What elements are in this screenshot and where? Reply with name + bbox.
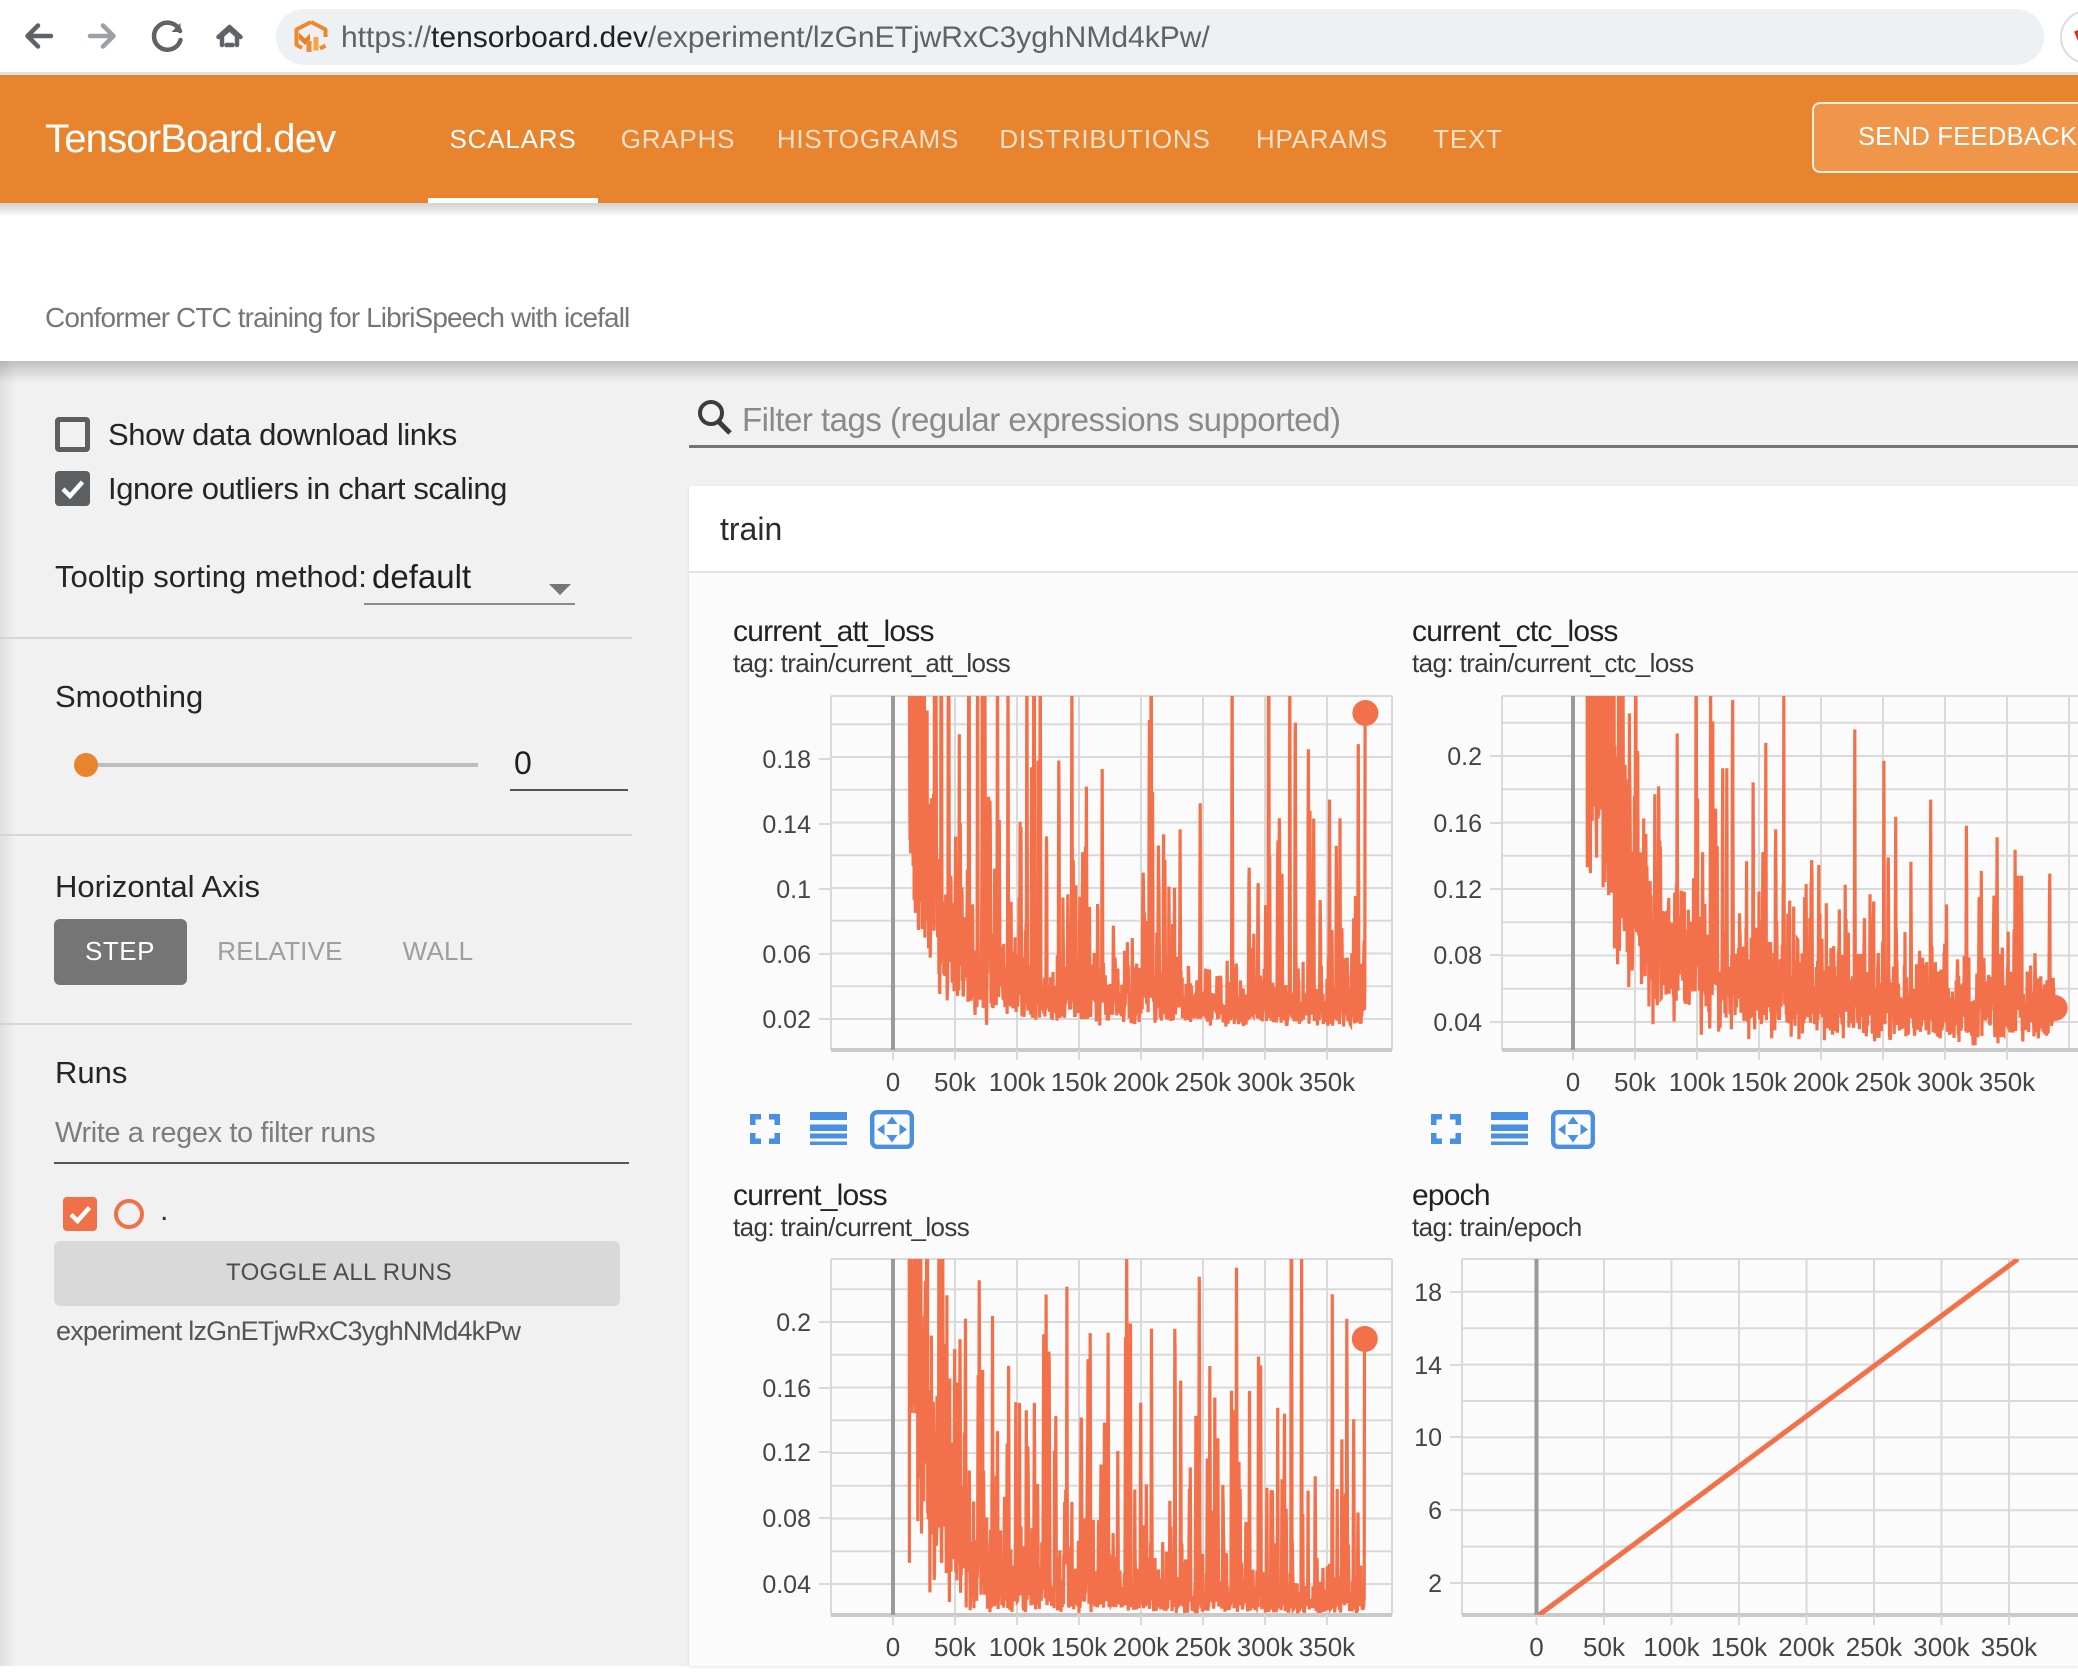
svg-text:100k: 100k xyxy=(989,1067,1046,1097)
svg-text:200k: 200k xyxy=(1793,1067,1850,1097)
svg-text:10: 10 xyxy=(1414,1424,1442,1452)
svg-text:0.02: 0.02 xyxy=(762,1006,811,1034)
svg-text:0.08: 0.08 xyxy=(762,1505,811,1533)
svg-text:18: 18 xyxy=(1414,1279,1442,1307)
svg-text:250k: 250k xyxy=(1855,1067,1912,1097)
svg-text:2: 2 xyxy=(1428,1570,1442,1598)
svg-text:350k: 350k xyxy=(1979,1067,2036,1097)
svg-text:350k: 350k xyxy=(1981,1632,2038,1662)
svg-text:300k: 300k xyxy=(1913,1632,1970,1662)
svg-text:0.04: 0.04 xyxy=(762,1571,811,1599)
svg-text:0.16: 0.16 xyxy=(762,1375,811,1403)
svg-text:250k: 250k xyxy=(1175,1632,1232,1662)
svg-text:300k: 300k xyxy=(1917,1067,1974,1097)
svg-text:0.08: 0.08 xyxy=(1433,942,1482,970)
svg-text:200k: 200k xyxy=(1113,1067,1170,1097)
svg-text:0.2: 0.2 xyxy=(1447,743,1482,771)
svg-text:200k: 200k xyxy=(1113,1632,1170,1662)
svg-text:0.14: 0.14 xyxy=(762,811,811,839)
svg-text:0.2: 0.2 xyxy=(776,1309,811,1337)
svg-text:150k: 150k xyxy=(1051,1067,1108,1097)
svg-text:50k: 50k xyxy=(1614,1067,1657,1097)
svg-text:350k: 350k xyxy=(1299,1067,1356,1097)
svg-text:250k: 250k xyxy=(1175,1067,1232,1097)
svg-text:14: 14 xyxy=(1414,1352,1442,1380)
svg-text:0.12: 0.12 xyxy=(762,1439,811,1467)
svg-text:100k: 100k xyxy=(1643,1632,1700,1662)
svg-text:0.18: 0.18 xyxy=(762,746,811,774)
svg-text:0.16: 0.16 xyxy=(1433,810,1482,838)
svg-text:150k: 150k xyxy=(1711,1632,1768,1662)
svg-text:150k: 150k xyxy=(1051,1632,1108,1662)
svg-text:50k: 50k xyxy=(934,1632,977,1662)
svg-text:0: 0 xyxy=(886,1632,900,1662)
svg-text:6: 6 xyxy=(1428,1497,1442,1525)
svg-text:50k: 50k xyxy=(934,1067,977,1097)
svg-text:150k: 150k xyxy=(1731,1067,1788,1097)
svg-text:100k: 100k xyxy=(989,1632,1046,1662)
svg-text:300k: 300k xyxy=(1237,1067,1294,1097)
svg-text:100k: 100k xyxy=(1669,1067,1726,1097)
svg-text:0.12: 0.12 xyxy=(1433,876,1482,904)
svg-text:0: 0 xyxy=(1529,1632,1543,1662)
svg-text:0.06: 0.06 xyxy=(762,941,811,969)
svg-text:300k: 300k xyxy=(1237,1632,1294,1662)
svg-text:200k: 200k xyxy=(1778,1632,1835,1662)
svg-text:0.1: 0.1 xyxy=(776,876,811,904)
svg-text:0: 0 xyxy=(886,1067,900,1097)
svg-text:0.04: 0.04 xyxy=(1433,1009,1482,1037)
svg-text:50k: 50k xyxy=(1583,1632,1626,1662)
svg-text:0: 0 xyxy=(1566,1067,1580,1097)
svg-text:250k: 250k xyxy=(1846,1632,1903,1662)
